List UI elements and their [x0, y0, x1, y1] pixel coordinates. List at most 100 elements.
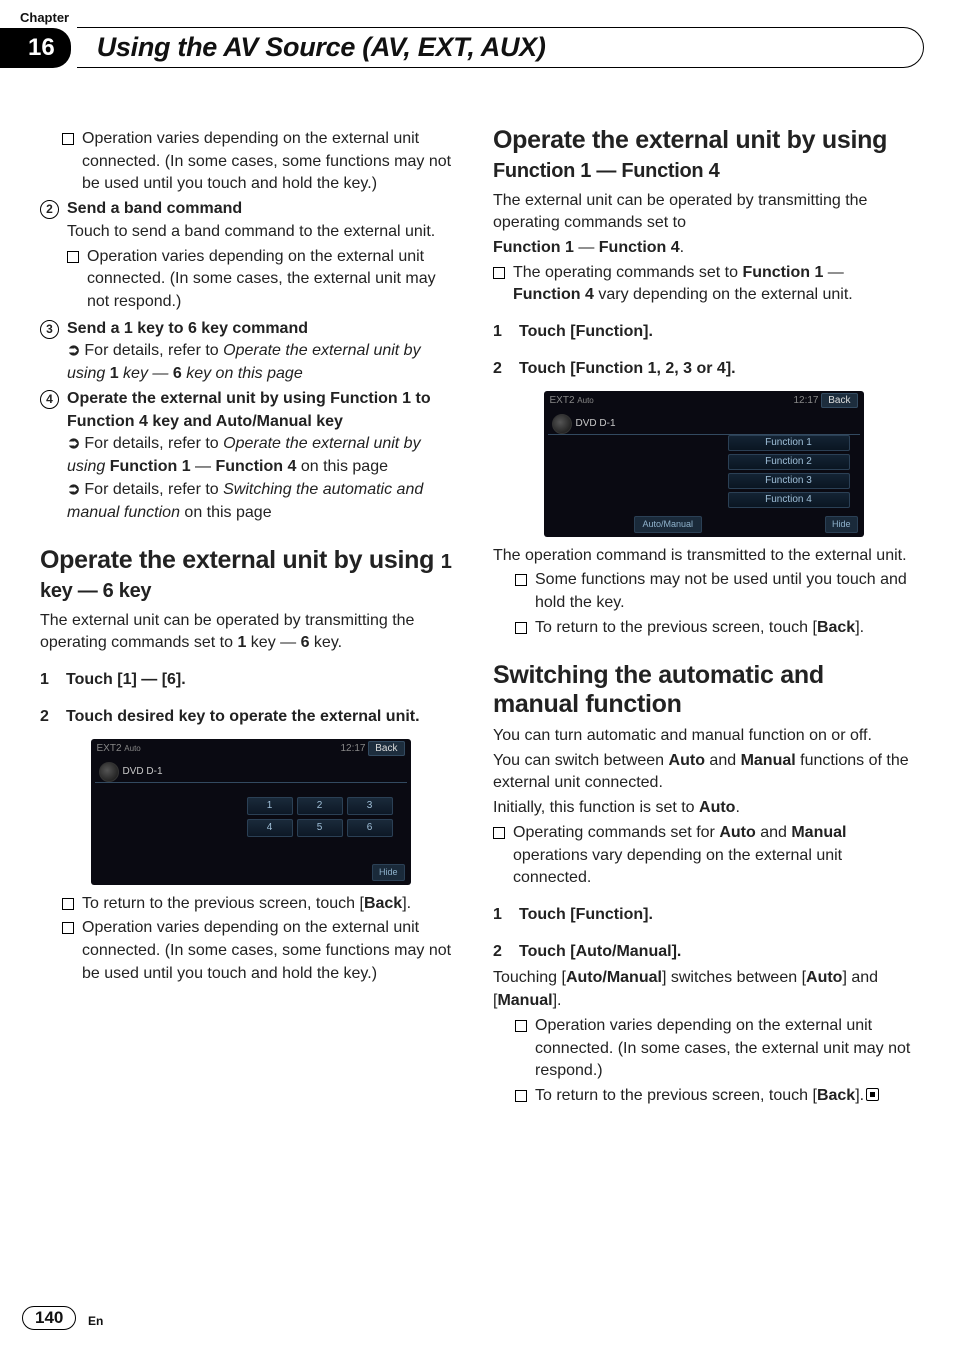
chapter-label: Chapter — [20, 10, 914, 25]
list-item: To return to the previous screen, touch … — [515, 617, 914, 640]
body-text: Operation varies depending on the extern… — [535, 1015, 914, 1083]
body-text: Initially, this function is set to Auto. — [493, 797, 914, 820]
body-text: ➲For details, refer to Operate the exter… — [67, 433, 461, 478]
back-button[interactable]: Back — [821, 393, 857, 408]
end-of-section-icon — [866, 1088, 879, 1101]
step: 2Touch [Function 1, 2, 3 or 4]. — [493, 358, 914, 381]
language-code: En — [88, 1314, 103, 1328]
list-item: 2 Send a band command Touch to send a ba… — [40, 198, 461, 316]
list-item: Operation varies depending on the extern… — [62, 128, 461, 196]
list-item: To return to the previous screen, touch … — [515, 1085, 914, 1108]
page-number: 140 — [22, 1306, 76, 1330]
body-text: Operation varies depending on the extern… — [87, 246, 461, 314]
body-text: You can turn automatic and manual functi… — [493, 725, 914, 748]
body-text: To return to the previous screen, touch … — [535, 617, 864, 640]
list-item: The operating commands set to Function 1… — [493, 262, 914, 307]
chapter-title: Using the AV Source (AV, EXT, AUX) — [97, 32, 546, 62]
step-number-icon: 4 — [40, 390, 59, 409]
body-text: Operation varies depending on the extern… — [82, 128, 461, 196]
note-icon — [67, 251, 79, 263]
step: 1Touch [1] — [6]. — [40, 669, 461, 692]
body-text: ➲For details, refer to Operate the exter… — [67, 340, 461, 385]
body-text: Operating commands set for Auto and Manu… — [513, 822, 914, 890]
section-title: Switching the automatic and manual funct… — [493, 661, 914, 719]
key-2-button[interactable]: 2 — [297, 797, 343, 815]
body-text: Touch to send a band command to the exte… — [67, 221, 461, 244]
function-1-button[interactable]: Function 1 — [728, 435, 850, 451]
item-title: Send a 1 key to 6 key command — [67, 318, 461, 341]
screenshot-clock: 12:17 — [793, 395, 818, 406]
list-item: Operating commands set for Auto and Manu… — [493, 822, 914, 890]
right-column: Operate the external unit by using Funct… — [493, 126, 914, 1110]
note-icon — [515, 574, 527, 586]
step: 2Touch desired key to operate the extern… — [40, 706, 461, 729]
key-5-button[interactable]: 5 — [297, 819, 343, 837]
section-title: Operate the external unit by using Funct… — [493, 126, 914, 184]
reference-arrow-icon: ➲ — [67, 342, 80, 359]
track-label: DVD D-1 — [123, 765, 163, 779]
step: 1Touch [Function]. — [493, 904, 914, 927]
key-4-button[interactable]: 4 — [247, 819, 293, 837]
disc-icon — [552, 414, 572, 434]
device-screenshot: EXT2 Auto 12:17 Back DVD D-1 1 2 3 4 5 6… — [91, 739, 411, 885]
chapter-number-badge: 16 — [0, 28, 71, 68]
reference-arrow-icon: ➲ — [67, 435, 80, 452]
list-item: To return to the previous screen, touch … — [62, 893, 461, 916]
back-button[interactable]: Back — [368, 741, 404, 756]
body-text: The external unit can be operated by tra… — [493, 190, 914, 235]
step-number-icon: 2 — [40, 200, 59, 219]
function-key-list: Function 1 Function 2 Function 3 Functio… — [728, 435, 850, 509]
list-item: 4 Operate the external unit by using Fun… — [40, 388, 461, 524]
body-text: The operating commands set to Function 1… — [513, 262, 914, 307]
number-key-grid: 1 2 3 4 5 6 — [247, 797, 393, 837]
item-title: Send a band command — [67, 198, 461, 221]
list-item: Some functions may not be used until you… — [515, 569, 914, 614]
reference-arrow-icon: ➲ — [67, 481, 80, 498]
list-item: 3 Send a 1 key to 6 key command ➲For det… — [40, 318, 461, 386]
key-6-button[interactable]: 6 — [347, 819, 393, 837]
hide-button[interactable]: Hide — [372, 864, 405, 881]
screenshot-mode-label: Auto — [577, 396, 593, 405]
device-screenshot: EXT2 Auto 12:17 Back DVD D-1 Function 1 … — [544, 391, 864, 537]
step: 1Touch [Function]. — [493, 321, 914, 344]
screenshot-mode-label: Auto — [124, 744, 140, 753]
body-text: To return to the previous screen, touch … — [82, 893, 411, 916]
hide-button[interactable]: Hide — [825, 516, 858, 533]
header-row: 16 Using the AV Source (AV, EXT, AUX) — [0, 27, 914, 68]
body-text: Function 1 — Function 4. — [493, 237, 914, 260]
note-icon — [515, 622, 527, 634]
list-item: Operation varies depending on the extern… — [515, 1015, 914, 1083]
body-text: You can switch between Auto and Manual f… — [493, 750, 914, 795]
note-icon — [493, 827, 505, 839]
note-icon — [515, 1090, 527, 1102]
track-label: DVD D-1 — [576, 417, 616, 431]
chapter-title-pill: Using the AV Source (AV, EXT, AUX) — [77, 27, 924, 68]
body-text: The operation command is transmitted to … — [493, 545, 914, 568]
key-1-button[interactable]: 1 — [247, 797, 293, 815]
body-text: Some functions may not be used until you… — [535, 569, 914, 614]
note-icon — [515, 1020, 527, 1032]
function-2-button[interactable]: Function 2 — [728, 454, 850, 470]
body-text: To return to the previous screen, touch … — [535, 1085, 879, 1108]
body-text: Operation varies depending on the extern… — [82, 917, 461, 985]
screenshot-source-label: EXT2 — [550, 395, 575, 406]
note-icon — [493, 267, 505, 279]
step-number-icon: 3 — [40, 320, 59, 339]
item-title: Operate the external unit by using Funct… — [67, 388, 461, 433]
step: 2Touch [Auto/Manual]. — [493, 941, 914, 964]
note-icon — [62, 898, 74, 910]
function-4-button[interactable]: Function 4 — [728, 492, 850, 508]
auto-manual-button[interactable]: Auto/Manual — [634, 516, 703, 533]
section-title: Operate the external unit by using 1 key… — [40, 546, 461, 604]
function-3-button[interactable]: Function 3 — [728, 473, 850, 489]
screenshot-clock: 12:17 — [340, 743, 365, 754]
screenshot-source-label: EXT2 — [97, 743, 122, 754]
list-item: Operation varies depending on the extern… — [62, 917, 461, 985]
key-3-button[interactable]: 3 — [347, 797, 393, 815]
body-text: Touching [Auto/Manual] switches between … — [493, 967, 914, 1012]
body-text: ➲For details, refer to Switching the aut… — [67, 479, 461, 524]
note-icon — [62, 922, 74, 934]
disc-icon — [99, 762, 119, 782]
note-icon — [62, 133, 74, 145]
left-column: Operation varies depending on the extern… — [40, 126, 461, 1110]
